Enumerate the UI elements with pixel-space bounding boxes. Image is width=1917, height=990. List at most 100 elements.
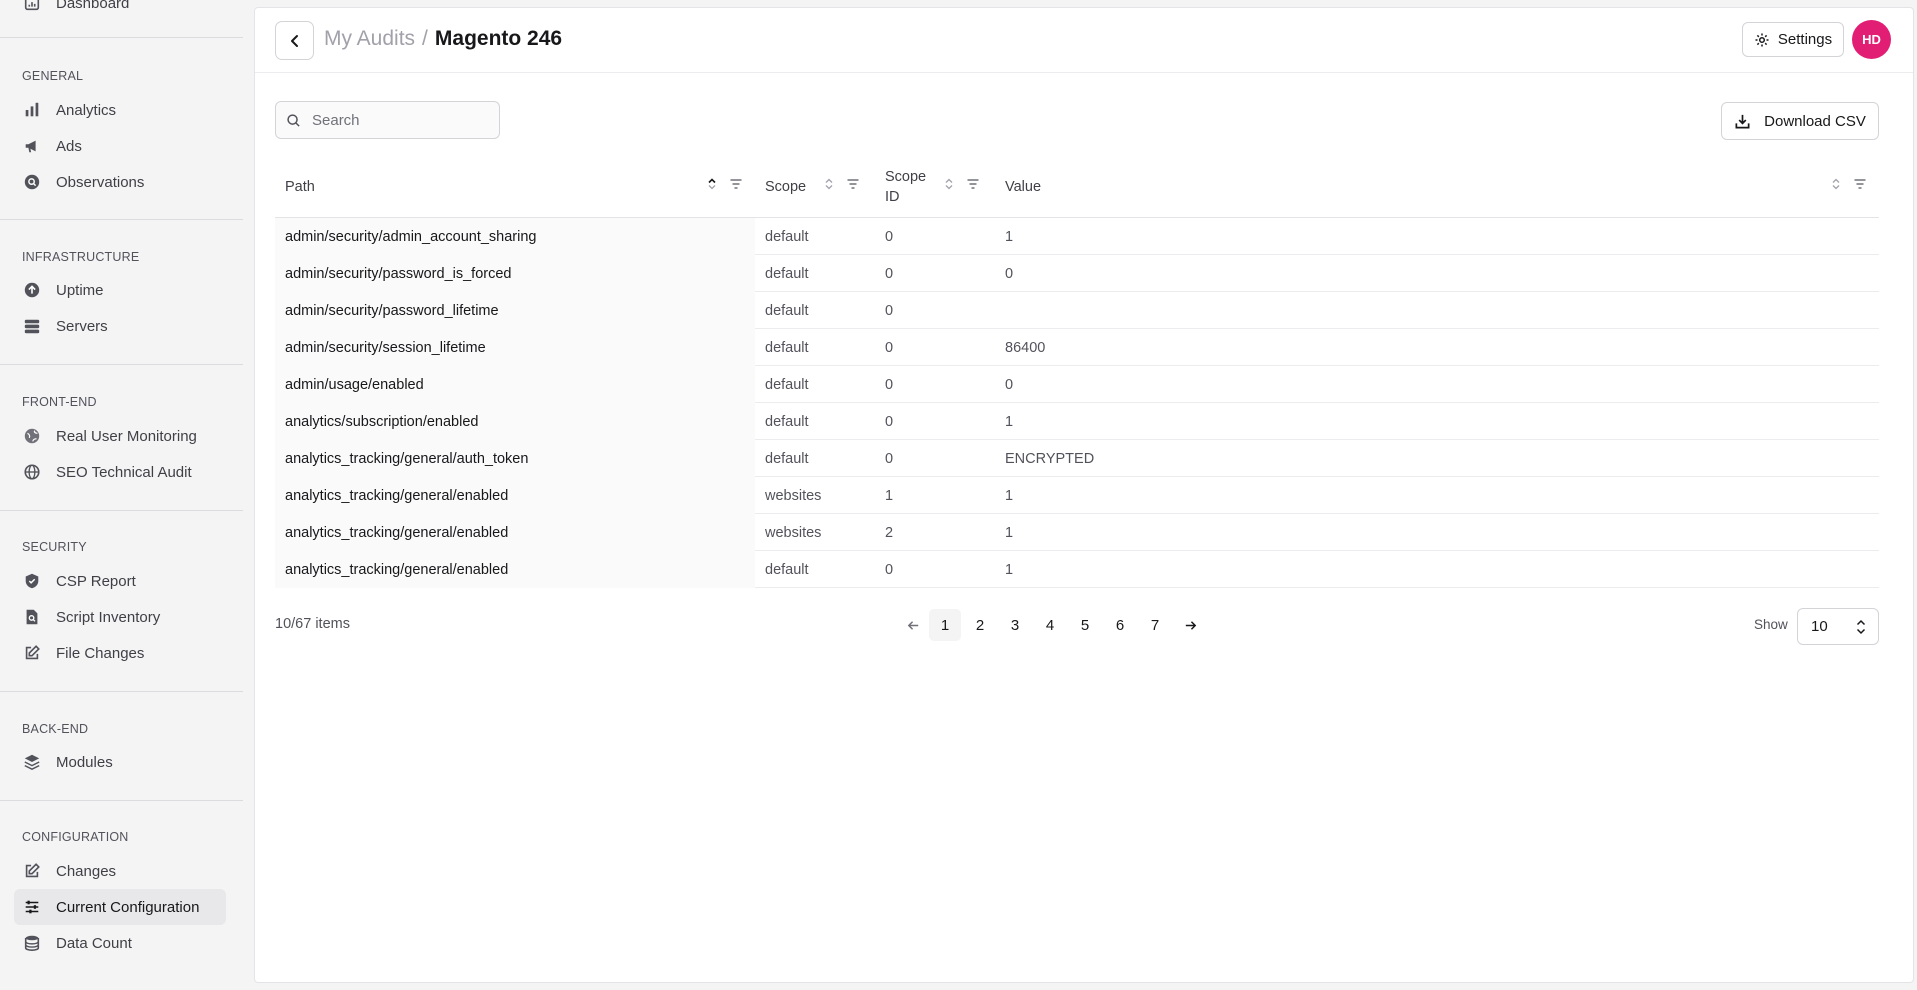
sidebar-heading-configuration: CONFIGURATION [22,830,129,844]
sidebar-item-csp-report[interactable]: CSP Report [14,563,226,599]
table-row[interactable]: analytics_tracking/general/enabled defau… [275,551,1879,588]
cell-scope-id: 0 [885,339,894,356]
sidebar-item-data-count[interactable]: Data Count [14,925,226,961]
cell-scope: default [765,302,809,319]
cell-scope: default [765,561,809,578]
filter-icon[interactable] [966,177,980,191]
back-button[interactable] [275,21,314,60]
download-csv-button[interactable]: Download CSV [1721,102,1879,140]
sidebar-item-label: Modules [56,753,113,771]
sidebar-item-file-changes[interactable]: File Changes [14,635,226,671]
page-button[interactable]: 2 [964,609,996,641]
next-page-button[interactable] [1174,609,1206,641]
sidebar-item-label: Dashboard [56,0,130,12]
avatar[interactable]: HD [1852,20,1891,59]
sidebar-item-real-user-monitoring[interactable]: Real User Monitoring [14,418,226,454]
cell-scope-id: 2 [885,524,894,541]
sidebar-item-label: SEO Technical Audit [56,463,192,481]
column-header-value[interactable]: Value [1005,156,1041,218]
sidebar-item-seo-technical-audit[interactable]: SEO Technical Audit [14,454,226,490]
search-input[interactable] [312,111,492,129]
gear-icon [1755,33,1769,46]
sidebar-item-label: Ads [56,137,82,155]
sidebar-item-uptime[interactable]: Uptime [14,272,226,308]
table-row[interactable]: admin/security/session_lifetime default … [275,329,1879,366]
table-header: Path Scope Scope ID Value [275,156,1879,218]
cell-value: 1 [1005,413,1014,430]
cell-path: analytics/subscription/enabled [275,403,755,440]
filter-icon[interactable] [846,177,860,191]
sidebar-heading-back-end: BACK-END [22,722,89,736]
sidebar-item-observations[interactable]: Observations [14,164,226,200]
sidebar-item-label: Servers [56,317,108,335]
sidebar-heading-security: SECURITY [22,540,87,554]
page-button[interactable]: 3 [999,609,1031,641]
page-button[interactable]: 4 [1034,609,1066,641]
sidebar-heading-general: GENERAL [22,69,84,83]
prev-page-button[interactable] [897,609,929,641]
breadcrumb-parent-link[interactable]: My Audits [324,27,415,51]
page-button[interactable]: 6 [1104,609,1136,641]
sidebar-item-modules[interactable]: Modules [14,744,226,780]
bar-chart-icon [22,100,42,120]
breadcrumb: My Audits / Magento 246 [324,27,562,51]
arrow-up-circle-icon [22,280,42,300]
filter-icon[interactable] [729,177,743,191]
megaphone-icon [22,136,42,156]
sidebar-divider [0,691,243,692]
cell-scope: default [765,265,809,282]
column-header-path[interactable]: Path [285,156,315,218]
page-size-select[interactable]: 10 [1797,608,1879,645]
cell-scope-id: 0 [885,450,894,467]
sidebar-item-ads[interactable]: Ads [14,128,226,164]
page-header: My Audits / Magento 246 Settings HD [255,8,1913,73]
cell-value: 1 [1005,561,1014,578]
sidebar-item-label: Data Count [56,934,132,952]
cell-scope-id: 0 [885,302,894,319]
sidebar-item-label: Script Inventory [56,608,161,626]
table-row[interactable]: analytics_tracking/general/enabled websi… [275,477,1879,514]
cell-scope-id: 0 [885,265,894,282]
column-controls-scope-id [942,177,990,191]
table-row[interactable]: analytics_tracking/general/auth_token de… [275,440,1879,477]
cell-scope-id: 0 [885,413,894,430]
table-row[interactable]: analytics/subscription/enabled default 0… [275,403,1879,440]
search-box[interactable] [275,101,500,139]
search-icon [287,113,300,127]
sidebar-item-label: CSP Report [56,572,136,590]
sidebar-divider [0,800,243,801]
table-row[interactable]: admin/security/password_is_forced defaul… [275,255,1879,292]
column-controls-scope [822,177,870,191]
sidebar-item-servers[interactable]: Servers [14,308,226,344]
table-row[interactable]: admin/security/admin_account_sharing def… [275,218,1879,255]
table-row[interactable]: analytics_tracking/general/enabled websi… [275,514,1879,551]
table-row[interactable]: admin/security/password_lifetime default… [275,292,1879,329]
pencil-square-icon [22,643,42,663]
sidebar-item-analytics[interactable]: Analytics [14,92,226,128]
page-button[interactable]: 7 [1139,609,1171,641]
globe-grid-icon [22,462,42,482]
cell-scope: default [765,450,809,467]
column-header-scope[interactable]: Scope [765,156,806,218]
page-button[interactable]: 1 [929,609,961,641]
sidebar-item-current-configuration[interactable]: Current Configuration [14,889,226,925]
sidebar-item-script-inventory[interactable]: Script Inventory [14,599,226,635]
settings-button[interactable]: Settings [1742,22,1844,57]
download-icon [1735,114,1750,128]
sidebar-heading-infrastructure: INFRASTRUCTURE [22,250,140,264]
sort-icon[interactable] [822,177,836,191]
table-row[interactable]: admin/usage/enabled default 0 0 [275,366,1879,403]
column-header-scope-id[interactable]: Scope ID [885,156,940,218]
sidebar-item-changes[interactable]: Changes [14,853,226,889]
sort-icon[interactable] [942,177,956,191]
page-button[interactable]: 5 [1069,609,1101,641]
layers-icon [22,752,42,772]
filter-icon[interactable] [1853,177,1867,191]
cell-path: admin/security/password_lifetime [275,292,755,329]
download-csv-label: Download CSV [1764,112,1866,130]
sort-ascending-icon[interactable] [705,177,719,191]
sidebar-item-dashboard[interactable]: Dashboard [14,0,226,21]
chevron-up-down-icon [1856,619,1866,635]
cell-scope: default [765,376,809,393]
sort-icon[interactable] [1829,177,1843,191]
